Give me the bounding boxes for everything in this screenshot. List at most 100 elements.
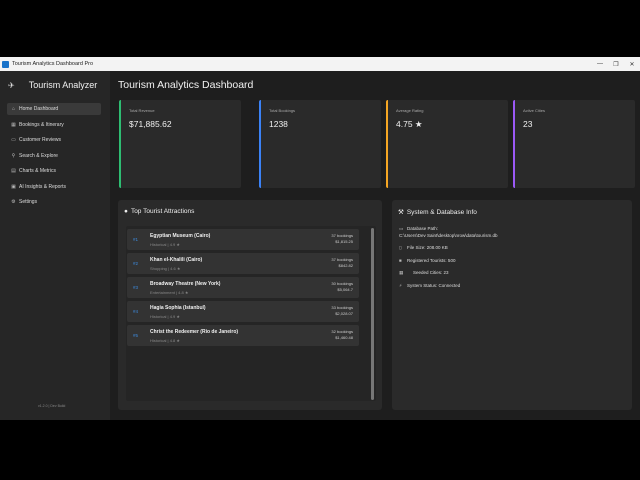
sidebar-item-ai[interactable]: ▣ AI Insights & Reports [7,181,101,193]
minimize-button[interactable]: — [592,57,608,71]
sidebar-item-label: Bookings & Itinerary [19,121,64,128]
rank-label: #4 [133,309,139,314]
attraction-bookings: 37 bookings [331,233,353,238]
page-title: Tourism Analytics Dashboard [118,79,254,91]
file-size-text: File Size: 208.00 KB [407,245,448,250]
chart-icon: ▤ [11,168,16,174]
attraction-revenue: $1,815.25 [335,239,353,244]
brand: ✈ Tourism Analyzer [8,80,97,90]
sidebar: ✈ Tourism Analyzer ⌂ Home Dashboard ▦ Bo… [0,71,110,420]
folder-icon: ▭ [399,226,404,231]
version-label: v1.2.0 | Dev Build [38,404,66,408]
list-item[interactable]: #3 Broadway Theatre (New York) Entertain… [127,277,359,298]
close-button[interactable]: ✕ [624,57,640,71]
calendar-icon: ▦ [11,121,16,128]
rank-label: #2 [133,261,139,266]
attraction-category: Entertainment | 4.8 ★ [150,290,189,295]
attraction-category: Historical | 4.9 ★ [150,242,180,247]
attractions-panel: ● Top Tourist Attractions #1 Egyptian Mu… [118,200,382,410]
sidebar-item-bookings[interactable]: ▦ Bookings & Itinerary [7,119,101,131]
app-icon [2,60,9,68]
sidebar-item-label: Search & Explore [19,152,58,159]
attraction-name: Christ the Redeemer (Rio de Janeiro) [150,329,239,335]
kpi-value: 1238 [269,119,288,129]
sidebar-item-label: AI Insights & Reports [19,183,66,190]
list-item[interactable]: #5 Christ the Redeemer (Rio de Janeiro) … [127,325,359,346]
tourists-text: Registered Tourists: 500 [407,258,456,263]
attraction-name: Khan el-Khalili (Cairo) [150,257,203,263]
sidebar-item-reviews[interactable]: ▭ Customer Reviews [7,134,101,146]
rank-label: #5 [133,333,139,338]
status-info: ⚡ System Status: Connected [399,283,460,289]
db-path-info: ▭ Database Path: C:\Users\Dev Saint\desk… [399,226,498,238]
sidebar-item-label: Customer Reviews [19,137,61,143]
users-icon: ■ [399,258,402,263]
attraction-category: Shopping | 4.6 ★ [150,266,181,271]
sidebar-item-search[interactable]: ⚲ Search & Explore [7,150,101,162]
sidebar-item-charts[interactable]: ▤ Charts & Metrics [7,165,101,177]
ai-icon: ▣ [11,183,16,190]
list-item[interactable]: #1 Egyptian Museum (Cairo) Historical | … [127,229,359,250]
wrench-icon: ⚒ [398,209,404,216]
sidebar-item-label: Settings [19,199,38,205]
kpi-label: Average Rating [396,108,424,113]
kpi-label: Total Revenue [129,108,155,113]
attraction-bookings: 33 bookings [331,305,353,310]
sidebar-nav: ⌂ Home Dashboard ▦ Bookings & Itinerary … [7,103,101,212]
attraction-bookings: 32 bookings [331,329,353,334]
file-size-info: ▯ File Size: 208.00 KB [399,245,448,251]
sidebar-item-label: Charts & Metrics [19,168,56,174]
system-info-panel: ⚒ System & Database Info ▭ Database Path… [392,200,632,410]
main-content: Tourism Analytics Dashboard Total Revenu… [110,71,640,420]
attraction-bookings: 37 bookings [331,257,353,262]
rank-label: #1 [133,237,139,242]
db-path-value: C:\Users\Dev Saint\desktop\nrow\data\tou… [399,233,498,238]
kpi-total-bookings: Total Bookings 1238 [259,100,381,188]
panel-title: ⚒ System & Database Info [398,208,477,217]
list-scrollbar[interactable] [371,228,374,400]
home-icon: ⌂ [11,106,16,112]
attraction-revenue: $842.82 [338,263,353,268]
cities-text: Seeded Cities: 23 [413,270,449,275]
kpi-value: 4.75 ★ [396,119,423,129]
list-item[interactable]: #4 Hagia Sophia (Istanbul) Historical | … [127,301,359,322]
rank-label: #3 [133,285,139,290]
search-icon: ⚲ [11,152,16,159]
kpi-average-rating: Average Rating 4.75 ★ [386,100,508,188]
panel-title-text: System & Database Info [406,208,477,216]
attraction-category: Historical | 4.9 ★ [150,314,180,319]
kpi-value: $71,885.62 [129,119,172,129]
attractions-list[interactable]: #1 Egyptian Museum (Cairo) Historical | … [126,226,376,401]
tourists-info: ■ Registered Tourists: 500 [399,258,455,263]
attraction-revenue: $2,028.07 [335,311,353,316]
kpi-label: Active Cities [523,108,546,113]
panel-title: ● Top Tourist Attractions [124,208,194,215]
attraction-name: Broadway Theatre (New York) [150,281,221,287]
status-text: System Status: Connected [407,283,461,288]
list-item[interactable]: #2 Khan el-Khalili (Cairo) Shopping | 4.… [127,253,359,274]
kpi-label: Total Bookings [269,108,296,113]
airplane-icon: ✈ [8,80,15,90]
gear-icon: ⚙ [11,199,16,205]
attraction-category: Historical | 4.8 ★ [150,338,180,343]
attraction-bookings: 30 bookings [331,281,353,286]
sidebar-item-label: Home Dashboard [19,106,59,112]
attraction-revenue: $5,064.7 [337,287,353,292]
sidebar-item-home[interactable]: ⌂ Home Dashboard [7,103,101,115]
cities-info: ▦ Seeded Cities: 23 [399,270,449,276]
sidebar-item-settings[interactable]: ⚙ Settings [7,196,101,208]
pin-icon: ● [124,208,128,215]
brand-name: Tourism Analyzer [28,80,98,90]
title-bar: Tourism Analytics Dashboard Pro — ❐ ✕ [0,57,640,71]
window-title: Tourism Analytics Dashboard Pro [12,61,94,67]
chat-icon: ▭ [11,137,16,143]
attraction-revenue: $1,460.48 [335,335,353,340]
maximize-button[interactable]: ❐ [608,57,624,71]
kpi-active-cities: Active Cities 23 [513,100,635,188]
city-icon: ▦ [399,270,404,275]
db-path-label: Database Path: [407,226,439,231]
bolt-icon: ⚡ [399,283,403,288]
app-window: Tourism Analytics Dashboard Pro — ❐ ✕ ✈ … [0,57,640,420]
attraction-name: Hagia Sophia (Istanbul) [150,305,206,311]
file-icon: ▯ [399,245,402,250]
